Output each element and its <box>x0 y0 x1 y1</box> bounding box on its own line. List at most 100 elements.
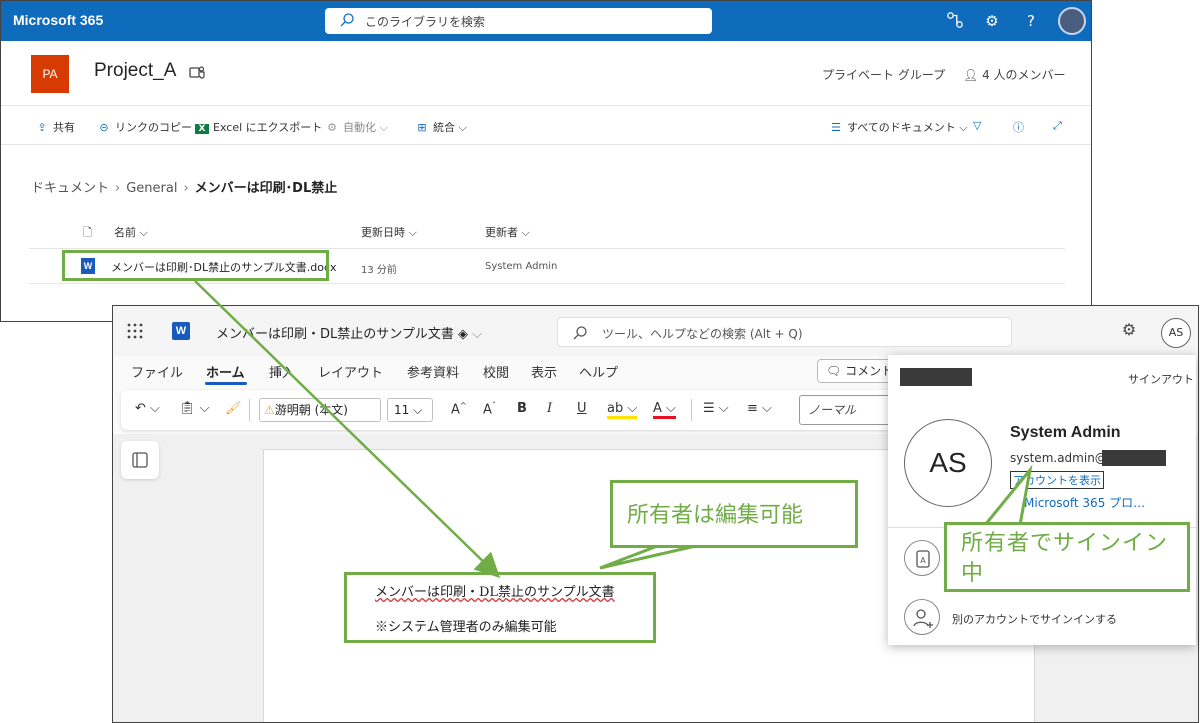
copy-link-label: リンクのコピー <box>115 121 192 134</box>
integrate-button[interactable]: ⊞ 統合 ⌵ <box>415 119 466 135</box>
add-person-icon[interactable] <box>904 599 940 635</box>
tab-home[interactable]: ホーム <box>206 362 245 381</box>
modified-by: System Admin <box>485 261 558 272</box>
account-avatar[interactable]: AS <box>1161 318 1191 348</box>
file-type-icon[interactable]: 🗋︎ <box>83 224 92 243</box>
bullets-icon[interactable]: ☰ ⌵ <box>703 401 729 416</box>
view-selector[interactable]: ☰ すべてのドキュメント ⌵ <box>829 119 968 135</box>
tab-review[interactable]: 校閲 <box>483 362 509 381</box>
group-type-label: プライベート グループ <box>822 68 946 82</box>
column-modified-by-label: 更新者 <box>485 226 518 239</box>
font-size-select[interactable]: 11 ⌵ <box>387 398 433 422</box>
navigation-pane-button[interactable] <box>121 441 159 479</box>
share-icon: ⇪ <box>37 121 47 134</box>
breadcrumb-general[interactable]: General <box>126 181 177 196</box>
file-highlight-box <box>62 250 329 281</box>
comment-label: コメント <box>845 364 894 378</box>
list-header: 🗋︎ 名前 ⌵ 更新日時 ⌵ 更新者 ⌵ <box>1 221 1091 245</box>
m365-profile-link[interactable]: Microsoft 365 プロ… <box>1024 494 1145 511</box>
column-name-label: 名前 <box>114 226 136 239</box>
undo-icon[interactable]: ↶ ⌵ <box>135 401 160 416</box>
redacted-org-name <box>900 368 972 386</box>
library-search-box[interactable]: このライブラリを検索 <box>325 8 712 34</box>
account-large-avatar: AS <box>904 419 992 507</box>
export-excel-button[interactable]: X Excel にエクスポート <box>195 119 322 135</box>
view-account-link[interactable]: アカウントを表示 <box>1010 471 1104 489</box>
integrate-label: 統合 <box>433 121 455 134</box>
align-icon[interactable]: ≡ ⌵ <box>747 401 772 416</box>
shrink-font-icon[interactable]: Aˇ <box>483 401 496 417</box>
settings-gear-icon[interactable]: ⚙ <box>982 11 1002 31</box>
active-tab-indicator <box>205 382 247 385</box>
column-modified-by[interactable]: 更新者 ⌵ <box>485 224 530 240</box>
list-view-icon: ☰ <box>831 121 841 134</box>
highlight-icon[interactable]: ab ⌵ <box>607 401 638 419</box>
automate-button[interactable]: ⚙ 自動化 ⌵ <box>325 119 388 135</box>
tab-layout[interactable]: レイアウト <box>318 362 383 381</box>
teams-icon[interactable] <box>189 64 205 80</box>
members-label: 4 人のメンバー <box>982 68 1066 82</box>
comment-icon: 🗨︎ <box>826 364 846 378</box>
word-search-box[interactable]: ツール、ヘルプなどの検索 (Alt + Q) <box>557 317 1012 347</box>
account-email: system.admin@ <box>1010 451 1107 465</box>
breadcrumb: ドキュメント › General › メンバーは印刷･DL禁止 <box>31 177 337 196</box>
tab-view[interactable]: 表示 <box>531 362 557 381</box>
search-placeholder: このライブラリを検索 <box>365 15 486 29</box>
tab-help[interactable]: ヘルプ <box>579 362 618 381</box>
document-title-label: メンバーは印刷・DL禁止のサンプル文書 <box>216 327 454 342</box>
redacted-email-domain <box>1102 450 1166 466</box>
site-header: PA Project_A プライベート グループ 👤︎ 4 人のメンバー <box>1 41 1091 106</box>
account-name: System Admin <box>1010 424 1121 441</box>
column-name[interactable]: 名前 ⌵ <box>114 224 148 240</box>
callout-owner-editable: 所有者は編集可能 <box>610 480 858 548</box>
command-bar: ⇪ 共有 ⊝ リンクのコピー X Excel にエクスポート ⚙ 自動化 ⌵ ⊞ 統合 ⌵… <box>1 107 1091 145</box>
chevron-right-icon: › <box>183 181 189 196</box>
automate-icon: ⚙ <box>327 121 337 134</box>
svg-text:A: A <box>920 556 926 565</box>
chevron-right-icon: › <box>115 181 121 196</box>
column-modified-label: 更新日時 <box>361 226 405 239</box>
settings-gear-icon[interactable]: ⚙ <box>1120 321 1138 339</box>
user-avatar[interactable] <box>1058 7 1086 35</box>
info-icon[interactable]: ⓘ <box>1013 119 1024 135</box>
link-icon: ⊝ <box>99 121 109 134</box>
tab-references[interactable]: 参考資料 <box>407 362 459 381</box>
home-ribbon: ↶ ⌵ 📋︎ ⌵ 🖌︎ ⚠游明朝 (本文) 11 ⌵ A^ Aˇ B I U a… <box>121 390 1001 430</box>
document-title[interactable]: メンバーは印刷・DL禁止のサンプル文書 ◈ ⌵ <box>216 323 482 342</box>
share-label: 共有 <box>53 121 75 134</box>
members-button[interactable]: 👤︎ 4 人のメンバー <box>963 66 1066 83</box>
font-name-value: 游明朝 (本文) <box>274 403 348 417</box>
site-title[interactable]: Project_A <box>94 60 176 82</box>
navigation-pane-icon <box>132 452 148 468</box>
grow-font-icon[interactable]: A^ <box>451 401 467 417</box>
column-modified[interactable]: 更新日時 ⌵ <box>361 224 417 240</box>
bold-icon[interactable]: B <box>517 401 527 416</box>
font-color-icon[interactable]: A ⌵ <box>653 401 676 419</box>
copy-link-button[interactable]: ⊝ リンクのコピー <box>97 119 192 135</box>
format-painter-icon[interactable]: 🖌︎ <box>225 401 242 416</box>
filter-icon[interactable]: ▽ <box>973 119 981 132</box>
expand-icon[interactable]: ⤢ <box>1053 119 1062 133</box>
excel-icon: X <box>195 124 209 134</box>
app-launcher-icon[interactable] <box>127 323 143 339</box>
font-name-select[interactable]: ⚠游明朝 (本文) <box>259 398 381 422</box>
integrate-icon: ⊞ <box>417 121 427 134</box>
view-label: すべてのドキュメント <box>847 121 956 134</box>
breadcrumb-documents[interactable]: ドキュメント <box>31 181 109 196</box>
sign-in-other-account-link[interactable]: 別のアカウントでサインインする <box>952 611 1117 627</box>
help-icon[interactable]: ? <box>1021 11 1041 31</box>
tab-insert[interactable]: 挿入 <box>269 362 295 381</box>
brand-label[interactable]: Microsoft 365 <box>13 12 103 28</box>
share-button[interactable]: ⇪ 共有 <box>35 119 75 135</box>
sign-out-link[interactable]: サインアウト <box>1128 371 1194 387</box>
site-logo-badge[interactable]: PA <box>31 55 69 93</box>
badge-icon[interactable]: A <box>904 540 940 576</box>
divider <box>249 399 250 421</box>
italic-icon[interactable]: I <box>547 401 552 416</box>
person-icon: 👤︎ <box>963 68 983 82</box>
breadcrumb-current: メンバーは印刷･DL禁止 <box>194 181 338 196</box>
tab-file[interactable]: ファイル <box>131 362 183 381</box>
underline-icon[interactable]: U <box>577 401 587 416</box>
share-network-icon[interactable] <box>945 11 965 31</box>
paste-icon[interactable]: 📋︎ ⌵ <box>179 401 210 416</box>
